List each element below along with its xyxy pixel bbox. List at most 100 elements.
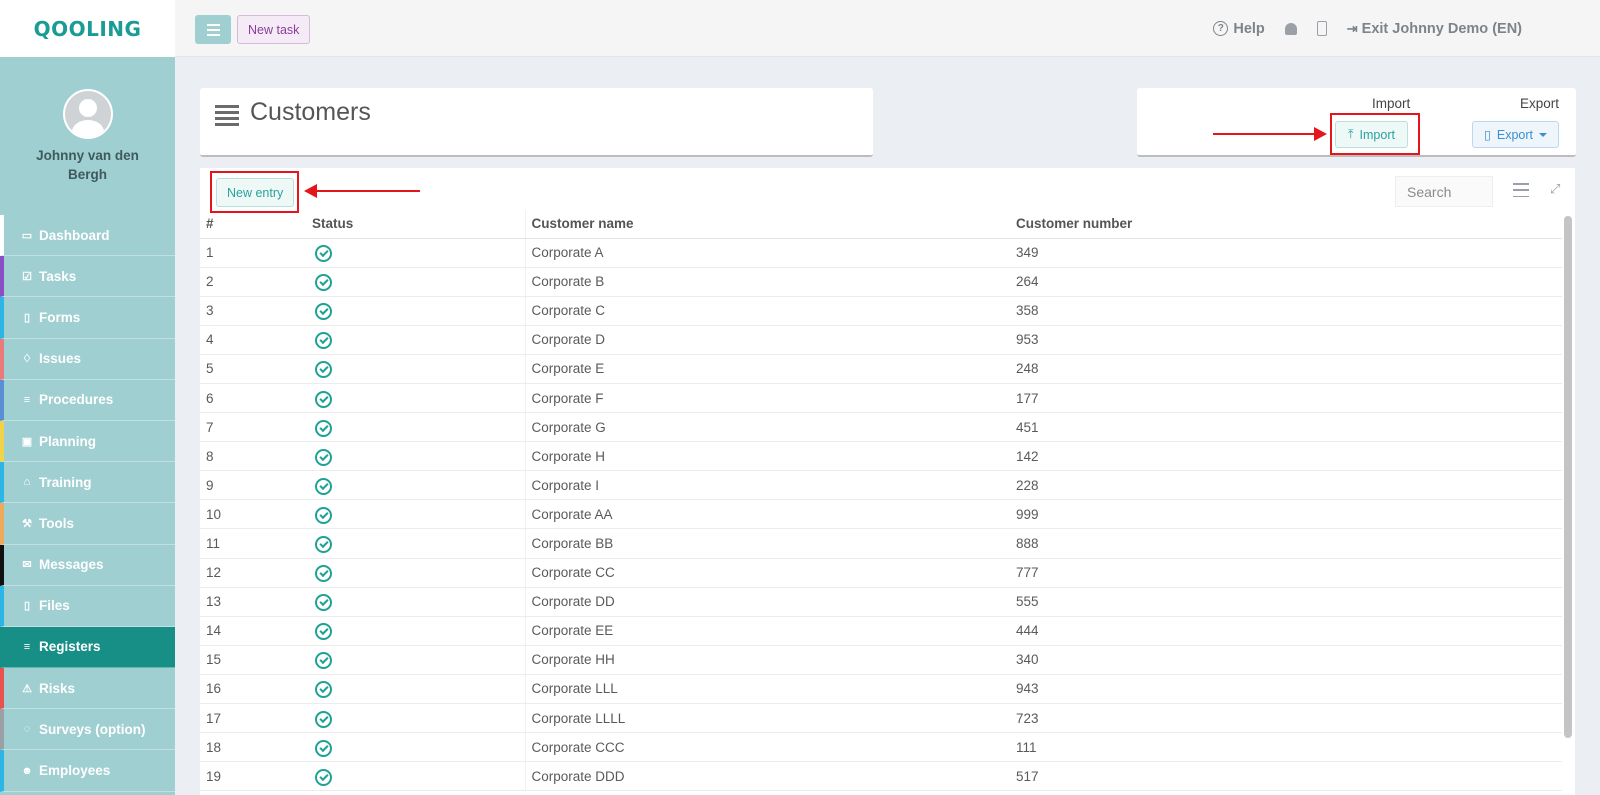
check-circle-icon (315, 535, 332, 553)
table-row[interactable]: 5 Corporate E 248 (200, 354, 1562, 384)
sidebar-item-registers[interactable]: ≡ Registers (0, 626, 175, 669)
sidebar-item-risks[interactable]: ⚠ Risks (0, 668, 175, 710)
bell-icon (1284, 22, 1297, 35)
status-cell (306, 296, 526, 326)
sidebar-item-procedures[interactable]: ≡ Procedures (0, 379, 175, 421)
customer-number-cell: 177 (1010, 383, 1562, 414)
app-logo[interactable]: QOOLING (34, 17, 142, 41)
sidebar-item-messages[interactable]: ✉ Messages (0, 544, 175, 586)
customer-name-cell: Corporate A (525, 238, 1010, 268)
column-header-customer-name[interactable]: Customer name (525, 210, 1010, 239)
column-header-customer-number[interactable]: Customer number (1010, 210, 1562, 239)
column-header-status[interactable]: Status (306, 210, 526, 239)
table-row[interactable]: 6 Corporate F 177 (200, 383, 1562, 414)
check-circle-icon (315, 565, 332, 583)
check-circle-icon (315, 681, 332, 699)
table-row[interactable]: 12 Corporate CC 777 (200, 558, 1562, 588)
table-row[interactable]: 17 Corporate LLLL 723 (200, 703, 1562, 734)
sidebar-item-planning[interactable]: ▣ Planning (0, 420, 175, 463)
sidebar-item-label: Forms (39, 309, 81, 325)
vertical-scrollbar[interactable] (1564, 216, 1572, 738)
row-number-cell: 7 (200, 412, 306, 443)
table-row[interactable]: 4 Corporate D 953 (200, 325, 1562, 355)
customers-table: # Status Customer name Customer number 1… (200, 210, 1562, 792)
row-number-cell: 14 (200, 616, 306, 646)
status-cell (306, 528, 526, 559)
customer-name-cell: Corporate D (525, 325, 1010, 355)
sidebar-item-dashboard[interactable]: ▭ Dashboard (0, 215, 175, 257)
export-button-label: Export (1496, 127, 1534, 142)
users-icon: ☻ (21, 764, 33, 777)
customer-number-cell: 228 (1010, 470, 1562, 501)
customer-name-cell: Corporate E (525, 354, 1010, 384)
table-row[interactable]: 8 Corporate H 142 (200, 441, 1562, 472)
table-row[interactable]: 7 Corporate G 451 (200, 412, 1562, 443)
table-row[interactable]: 15 Corporate HH 340 (200, 645, 1562, 675)
table-row[interactable]: 13 Corporate DD 555 (200, 587, 1562, 617)
import-annotation-arrow (1213, 133, 1316, 135)
checkbox-icon: ☑ (22, 270, 32, 283)
sidebar-item-label: Issues (39, 351, 82, 367)
menu-toggle-button[interactable] (195, 15, 231, 44)
register-panel: New entry ⤢ # Status Customer name Custo… (200, 168, 1575, 795)
check-circle-icon (315, 303, 332, 321)
customer-name-cell: Corporate H (525, 441, 1010, 472)
sidebar-item-tasks[interactable]: ☑ Tasks (0, 256, 175, 298)
table-row[interactable]: 19 Corporate DDD 517 (200, 761, 1562, 792)
table-row[interactable]: 3 Corporate C 358 (200, 296, 1562, 326)
customer-name-cell: Corporate I (525, 470, 1010, 501)
exit-demo-link[interactable]: ⇥ Exit Johnny Demo (EN) (1347, 21, 1522, 37)
sidebar-item-files[interactable]: ▯ Files (0, 585, 175, 627)
customer-name-cell: Corporate CCC (525, 732, 1010, 763)
export-dropdown-button[interactable]: ▯ Export (1472, 121, 1560, 148)
check-circle-icon (315, 332, 332, 350)
check-circle-icon (315, 739, 332, 757)
sidebar-item-employees[interactable]: ☻ Employees (0, 750, 175, 792)
sidebar-item-training[interactable]: ⌂ Training (0, 462, 175, 504)
arrow-head-right-icon (1314, 127, 1327, 141)
status-cell (306, 383, 526, 414)
mobile-app-button[interactable] (1316, 21, 1327, 36)
help-link[interactable]: ? Help (1213, 21, 1265, 37)
status-cell (306, 616, 526, 646)
customer-number-cell: 555 (1010, 587, 1562, 617)
table-row[interactable]: 11 Corporate BB 888 (200, 528, 1562, 559)
check-circle-icon (315, 710, 332, 728)
new-task-button[interactable]: New task (237, 15, 311, 44)
row-number-cell: 9 (200, 470, 306, 501)
sidebar-item-forms[interactable]: ▯ Forms (0, 297, 175, 339)
table-row[interactable]: 16 Corporate LLL 943 (200, 674, 1562, 705)
sidebar-item-label: Messages (39, 557, 104, 573)
status-cell (306, 587, 526, 617)
customer-name-cell: Corporate C (525, 296, 1010, 326)
check-circle-icon (315, 419, 332, 437)
profile-name: Johnny van den Bergh (36, 148, 139, 182)
table-row[interactable]: 2 Corporate B 264 (200, 267, 1562, 297)
sidebar-item-tools[interactable]: ⚒ Tools (0, 503, 175, 545)
column-settings-icon[interactable] (1513, 183, 1529, 197)
check-circle-icon (315, 652, 332, 670)
row-number-cell: 2 (200, 267, 306, 297)
status-cell (306, 499, 526, 530)
column-header-number[interactable]: # (200, 210, 306, 239)
expand-icon[interactable]: ⤢ (1550, 182, 1564, 196)
sidebar-item-label: Tasks (39, 268, 77, 284)
search-input[interactable] (1395, 176, 1493, 207)
table-row[interactable]: 1 Corporate A 349 (200, 238, 1562, 268)
sidebar-item-surveys-option[interactable]: ◌ Surveys (option) (0, 709, 175, 751)
row-number-cell: 11 (200, 528, 306, 559)
table-row[interactable]: 14 Corporate EE 444 (200, 616, 1562, 646)
table-row[interactable]: 18 Corporate CCC 111 (200, 732, 1562, 763)
table-row[interactable]: 10 Corporate AA 999 (200, 499, 1562, 530)
sidebar-nav: ▭ Dashboard ☑ Tasks ▯ Forms ♢ Issues ≡ Procedures… (0, 215, 175, 792)
check-circle-icon (315, 390, 332, 408)
list-icon (215, 105, 239, 126)
sign-out-icon: ⇥ (1346, 20, 1358, 36)
avatar[interactable] (62, 89, 113, 139)
table-row[interactable]: 9 Corporate I 228 (200, 470, 1562, 501)
sidebar-item-issues[interactable]: ♢ Issues (0, 338, 175, 380)
notifications-button[interactable] (1284, 22, 1297, 35)
logo-area[interactable]: QOOLING (0, 0, 175, 57)
status-cell (306, 645, 526, 675)
status-cell (306, 267, 526, 297)
